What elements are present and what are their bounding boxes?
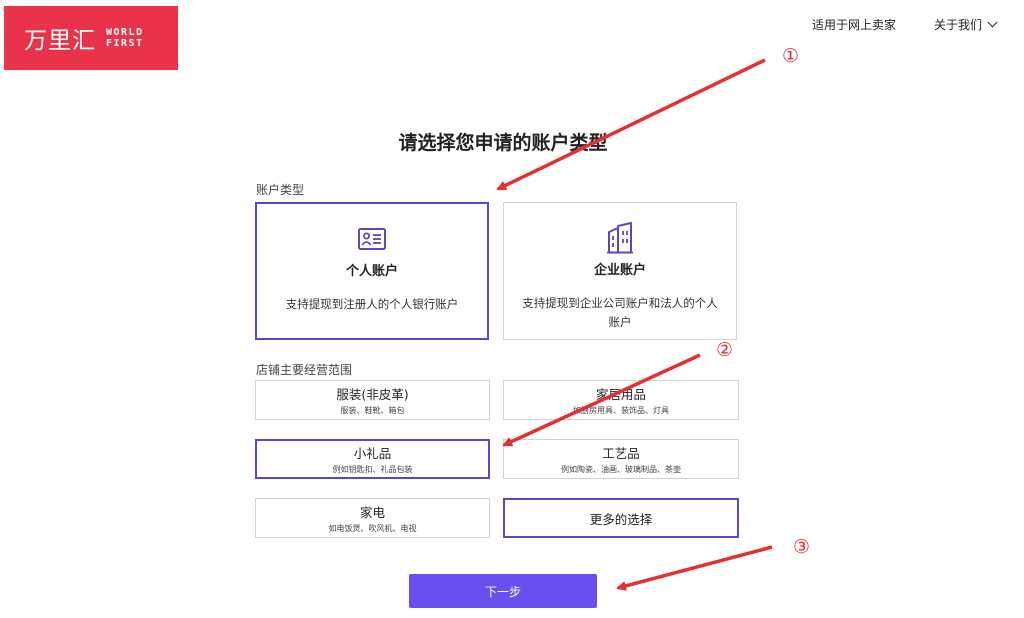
arrow-1	[496, 58, 766, 191]
nav-online-sellers[interactable]: 适用于网上卖家	[812, 16, 896, 33]
category-appliances-name: 家电	[359, 505, 385, 520]
brand-logo[interactable]: 万里汇 WORLD FIRST	[4, 6, 178, 70]
category-clothing-sub: 服装、鞋靴、箱包	[340, 406, 405, 415]
category-crafts[interactable]: 工艺品 例如陶瓷、油画、玻璃制品、茶壶	[503, 439, 739, 479]
category-clothing-name: 服装(非皮革)	[336, 387, 409, 402]
next-step-button[interactable]: 下一步	[409, 574, 597, 608]
account-option-business[interactable]: 企业账户 支持提现到企业公司账户和法人的个人账户	[503, 202, 737, 340]
account-type-label: 账户类型	[256, 183, 305, 197]
account-business-desc: 支持提现到企业公司账户和法人的个人账户	[522, 296, 718, 329]
nav-about-us[interactable]: 关于我们	[933, 16, 998, 33]
page-title: 请选择您申请的账户类型	[398, 132, 608, 154]
category-home-goods-name: 家居用品	[595, 387, 646, 402]
account-option-personal[interactable]: 个人账户 支持提现到注册人的个人银行账户	[255, 202, 489, 340]
nav-about-us-label: 关于我们	[933, 18, 982, 32]
annotation-number-3: ③	[793, 536, 811, 558]
top-nav: 适用于网上卖家 关于我们	[812, 16, 998, 33]
account-personal-name: 个人账户	[345, 264, 398, 279]
account-business-name: 企业账户	[593, 263, 646, 278]
logo-english-text: WORLD FIRST	[106, 27, 144, 49]
account-personal-desc: 支持提现到注册人的个人银行账户	[285, 297, 459, 311]
building-icon	[605, 222, 635, 254]
category-clothing[interactable]: 服装(非皮革) 服装、鞋靴、箱包	[255, 380, 490, 420]
annotation-number-2: ②	[716, 339, 734, 361]
id-card-icon	[357, 224, 387, 254]
category-more-options-name: 更多的选择	[589, 511, 653, 527]
category-small-gifts[interactable]: 小礼品 例如钥匙扣、礼品包装	[255, 439, 490, 479]
annotation-number-1: ①	[782, 45, 800, 67]
logo-en-line2: FIRST	[106, 38, 144, 49]
business-scope-label: 店铺主要经营范围	[256, 363, 353, 377]
category-home-goods-sub: 如厨房用具、装饰品、灯具	[573, 406, 669, 415]
category-home-goods[interactable]: 家居用品 如厨房用具、装饰品、灯具	[503, 380, 739, 420]
category-small-gifts-sub: 例如钥匙扣、礼品包装	[332, 465, 413, 474]
arrow-3	[616, 545, 773, 591]
chevron-down-icon	[987, 17, 998, 28]
category-crafts-name: 工艺品	[602, 446, 640, 461]
category-appliances-sub: 如电饭煲、吹风机、电视	[328, 524, 417, 533]
category-small-gifts-name: 小礼品	[353, 446, 392, 461]
category-crafts-sub: 例如陶瓷、油画、玻璃制品、茶壶	[561, 465, 681, 474]
logo-chinese-text: 万里汇	[24, 28, 96, 54]
category-appliances[interactable]: 家电 如电饭煲、吹风机、电视	[255, 498, 490, 538]
category-more-options[interactable]: 更多的选择	[503, 498, 739, 538]
logo-en-line1: WORLD	[106, 27, 144, 38]
